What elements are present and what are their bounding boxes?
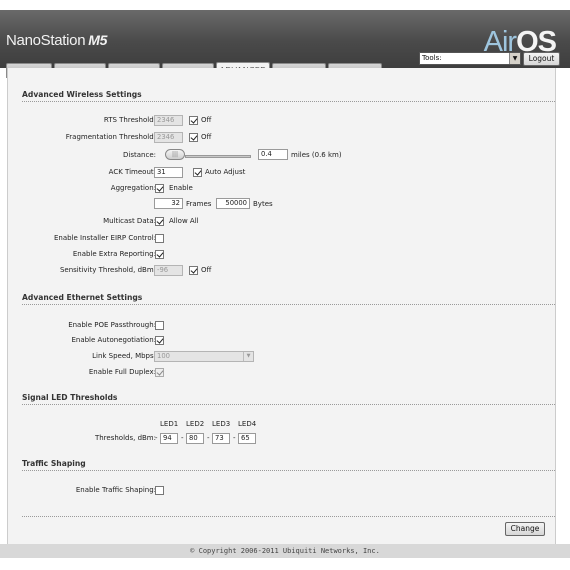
rts-threshold-input[interactable]: 2346 — [154, 115, 183, 126]
sensitivity-off-checkbox[interactable] — [189, 266, 198, 275]
section-divider — [22, 516, 555, 517]
distance-input[interactable]: 0.4 — [258, 149, 288, 160]
ack-timeout-label: ACK Timeout: — [108, 168, 156, 176]
tools-select-value: Tools: — [422, 54, 442, 62]
traffic-shaping-checkbox[interactable] — [155, 486, 164, 495]
rts-threshold-label: RTS Threshold: — [103, 116, 156, 124]
distance-label: Distance: — [123, 151, 156, 159]
led4-sign: - — [233, 434, 236, 442]
header-bar: NanoStationM5 AirOS MAIN WIRELESS NETWOR… — [0, 10, 570, 78]
sensitivity-threshold-input[interactable]: -96 — [154, 265, 183, 276]
led4-threshold-input[interactable]: 65 — [238, 433, 256, 444]
led4-header: LED4 — [238, 420, 257, 428]
multicast-allow-all-checkbox[interactable] — [155, 217, 164, 226]
led2-sign: - — [181, 434, 184, 442]
bytes-label: Bytes — [253, 200, 273, 208]
section-divider — [22, 470, 555, 471]
aggregation-label: Aggregation: — [110, 184, 156, 192]
settings-panel: Advanced Wireless Settings RTS Threshold… — [7, 68, 556, 544]
led3-sign: - — [207, 434, 210, 442]
link-speed-value: 100 — [157, 352, 170, 360]
aggregation-enable-label: Enable — [169, 184, 193, 192]
chevron-down-icon: ▼ — [243, 352, 253, 361]
fragmentation-threshold-label: Fragmentation Threshold: — [65, 133, 156, 141]
led3-threshold-input[interactable]: 73 — [212, 433, 230, 444]
full-duplex-label: Enable Full Duplex: — [88, 368, 156, 376]
led3-header: LED3 — [212, 420, 231, 428]
autonegotiation-label: Enable Autonegotiation: — [71, 336, 156, 344]
frames-label: Frames — [186, 200, 212, 208]
rts-off-checkbox[interactable] — [189, 116, 198, 125]
ack-timeout-input[interactable]: 31 — [154, 167, 183, 178]
change-button[interactable]: Change — [505, 522, 545, 536]
fragmentation-threshold-input[interactable]: 2346 — [154, 132, 183, 143]
auto-adjust-label: Auto Adjust — [205, 168, 246, 176]
section-title-led: Signal LED Thresholds — [22, 393, 118, 402]
eirp-control-label: Enable Installer EIRP Control: — [53, 234, 156, 242]
copyright-footer: © Copyright 2006-2011 Ubiquiti Networks,… — [0, 544, 570, 558]
multicast-data-label: Multicast Data: — [103, 217, 156, 225]
led1-sign: - — [155, 434, 158, 442]
sensitivity-off-label: Off — [201, 266, 212, 274]
led1-threshold-input[interactable]: 94 — [160, 433, 178, 444]
link-speed-label: Link Speed, Mbps: — [92, 352, 156, 360]
led1-header: LED1 — [160, 420, 179, 428]
extra-reporting-label: Enable Extra Reporting: — [72, 250, 156, 258]
aggregation-checkbox[interactable] — [155, 184, 164, 193]
led2-header: LED2 — [186, 420, 205, 428]
section-title-traffic: Traffic Shaping — [22, 459, 86, 468]
poe-passthrough-label: Enable POE Passthrough: — [68, 321, 156, 329]
aggregation-frames-input[interactable]: 32 — [154, 198, 183, 209]
led-thresholds-label: Thresholds, dBm: — [94, 434, 156, 442]
chevron-down-icon: ▼ — [509, 53, 520, 64]
led2-threshold-input[interactable]: 80 — [186, 433, 204, 444]
eirp-control-checkbox[interactable] — [155, 234, 164, 243]
aggregation-bytes-input[interactable]: 50000 — [216, 198, 250, 209]
section-divider — [22, 404, 555, 405]
auto-adjust-checkbox[interactable] — [193, 168, 202, 177]
brand-model: M5 — [88, 32, 108, 48]
sensitivity-threshold-label: Sensitivity Threshold, dBm: — [59, 266, 156, 274]
brand-title: NanoStation M5 — [6, 32, 107, 49]
traffic-shaping-label: Enable Traffic Shaping: — [75, 486, 156, 494]
allow-all-label: Allow All — [169, 217, 199, 225]
distance-slider-handle[interactable]: ||| — [165, 149, 185, 160]
distance-slider-track[interactable] — [185, 155, 251, 158]
section-title-wireless: Advanced Wireless Settings — [22, 90, 142, 99]
section-divider — [22, 101, 555, 102]
rts-off-label: Off — [201, 116, 212, 124]
poe-passthrough-checkbox[interactable] — [155, 321, 164, 330]
full-duplex-checkbox[interactable] — [155, 368, 164, 377]
tools-select[interactable]: Tools: ▼ — [419, 52, 521, 65]
brand-name: NanoStation — [6, 32, 86, 49]
logout-button[interactable]: Logout — [523, 52, 560, 66]
link-speed-select[interactable]: 100 ▼ — [154, 351, 254, 362]
fragmentation-off-label: Off — [201, 133, 212, 141]
distance-unit: miles (0.6 km) — [291, 151, 342, 159]
section-divider — [22, 304, 555, 305]
section-title-ethernet: Advanced Ethernet Settings — [22, 293, 143, 302]
autonegotiation-checkbox[interactable] — [155, 336, 164, 345]
extra-reporting-checkbox[interactable] — [155, 250, 164, 259]
fragmentation-off-checkbox[interactable] — [189, 133, 198, 142]
